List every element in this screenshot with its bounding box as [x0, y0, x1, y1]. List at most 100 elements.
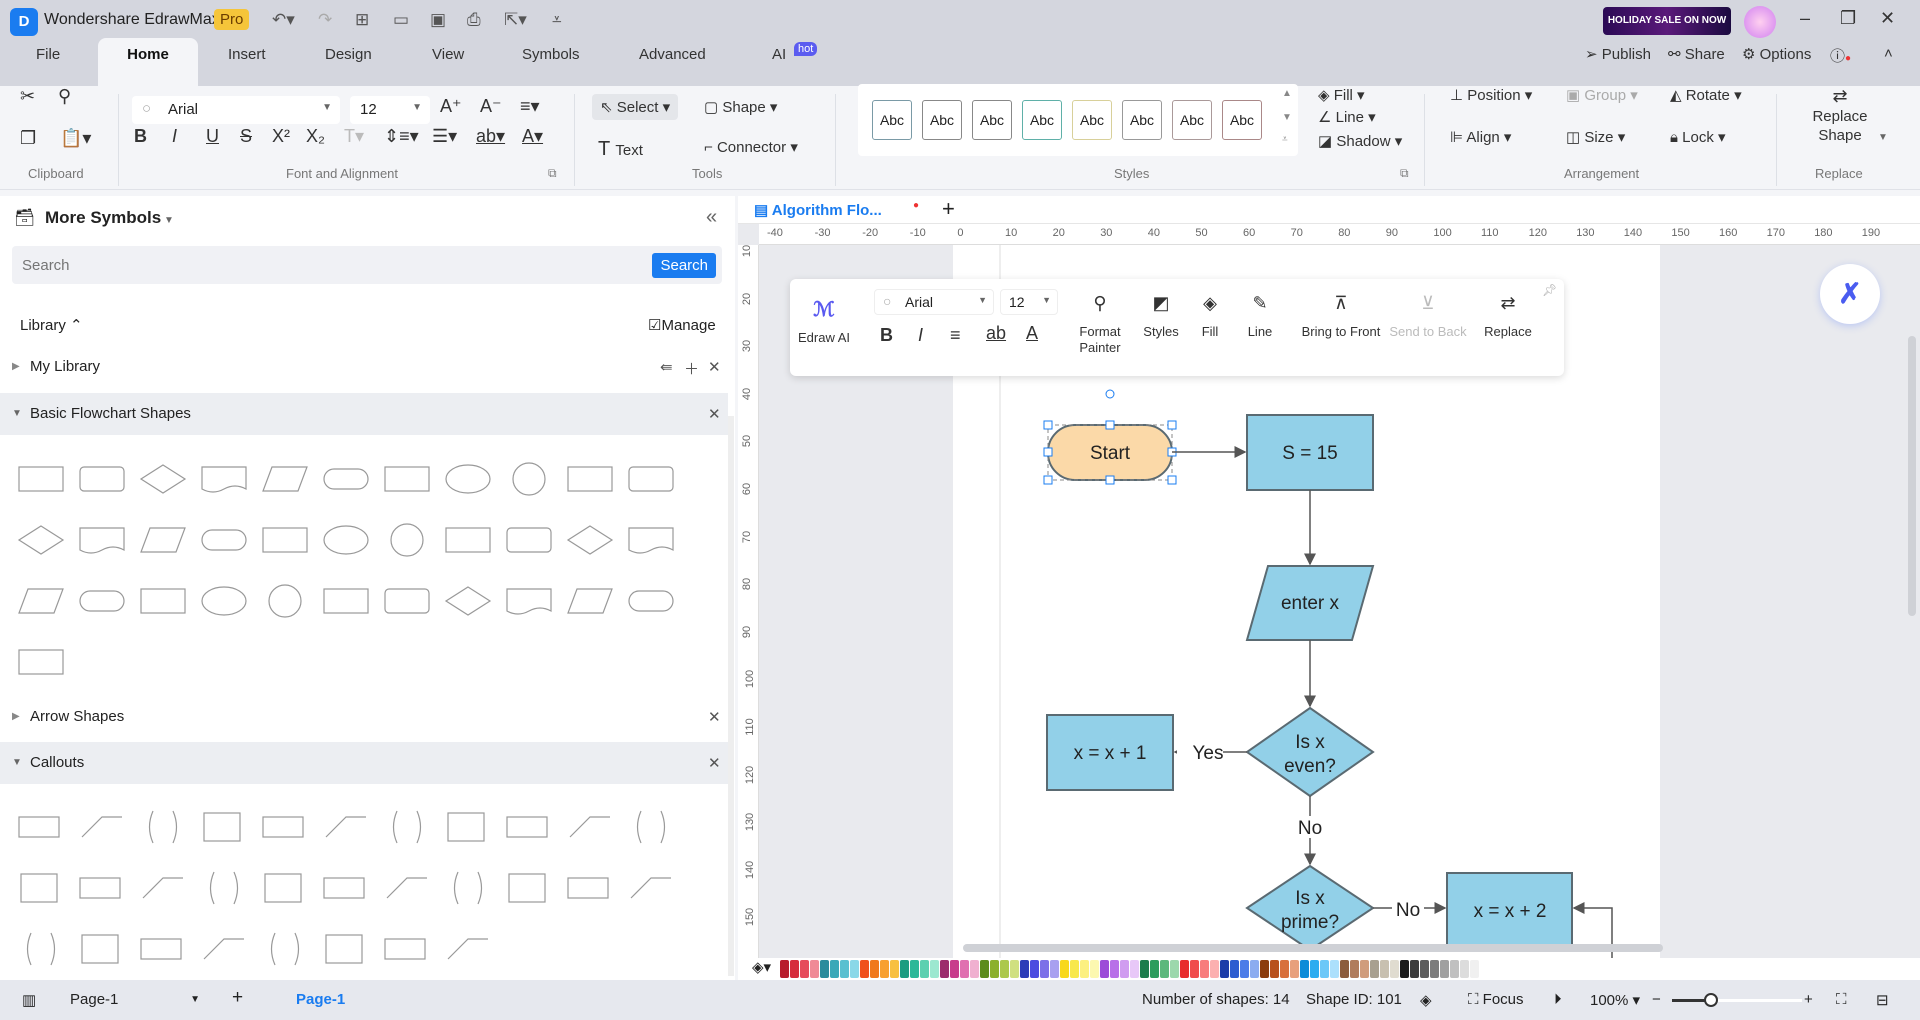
- italic-icon[interactable]: I: [918, 325, 923, 346]
- tab-advanced[interactable]: Advanced: [639, 46, 706, 63]
- library-shape[interactable]: [132, 570, 193, 631]
- library-shape[interactable]: [71, 918, 132, 979]
- library-shape[interactable]: [376, 857, 437, 918]
- shadow-button[interactable]: ◪ Shadow ▾: [1318, 132, 1402, 150]
- style-swatch[interactable]: Abc: [1122, 100, 1162, 140]
- bring-to-front-button[interactable]: ⊼ Bring to Front: [1298, 293, 1384, 339]
- color-swatch[interactable]: [870, 960, 879, 978]
- library-shape[interactable]: [376, 796, 437, 857]
- options-button[interactable]: ⚙ Options: [1742, 45, 1811, 63]
- library-shape[interactable]: [193, 857, 254, 918]
- zoom-in-icon[interactable]: +: [1804, 991, 1813, 1008]
- page-layout-icon[interactable]: ▥: [22, 991, 36, 1009]
- color-swatch[interactable]: [940, 960, 949, 978]
- save-icon[interactable]: ▣: [430, 10, 446, 30]
- library-shape[interactable]: [10, 857, 71, 918]
- color-swatch[interactable]: [1460, 960, 1469, 978]
- color-swatch[interactable]: [820, 960, 829, 978]
- undo-icon[interactable]: ↶▾: [272, 10, 295, 30]
- library-shape[interactable]: [315, 570, 376, 631]
- align-icon[interactable]: ≡▾: [520, 96, 540, 117]
- library-shape[interactable]: [254, 857, 315, 918]
- style-swatch[interactable]: Abc: [922, 100, 962, 140]
- color-swatch[interactable]: [1470, 960, 1479, 978]
- section-callouts[interactable]: ▼ Callouts ✕: [0, 742, 728, 784]
- new-icon[interactable]: ⊞: [355, 10, 369, 30]
- color-swatch[interactable]: [1060, 960, 1069, 978]
- style-swatch[interactable]: Abc: [872, 100, 912, 140]
- edraw-ai-fab-icon[interactable]: ✗: [1820, 264, 1880, 324]
- library-shape[interactable]: [254, 448, 315, 509]
- tab-symbols[interactable]: Symbols: [522, 46, 580, 63]
- format-painter-icon[interactable]: ⚲: [58, 86, 71, 107]
- library-shape[interactable]: [132, 509, 193, 570]
- library-shape[interactable]: [559, 509, 620, 570]
- color-swatch[interactable]: [1080, 960, 1089, 978]
- zoom-slider-handle[interactable]: [1704, 993, 1718, 1007]
- color-swatch[interactable]: [970, 960, 979, 978]
- search-input[interactable]: [22, 252, 622, 278]
- font-family-select[interactable]: ○ Arial ▼: [132, 96, 340, 124]
- layers-icon[interactable]: ◈: [1420, 991, 1432, 1009]
- color-swatch[interactable]: [920, 960, 929, 978]
- collapse-ribbon-icon[interactable]: ˄: [1884, 45, 1893, 62]
- color-swatch[interactable]: [1160, 960, 1169, 978]
- restore-icon[interactable]: ❐: [1840, 8, 1856, 29]
- font-color-icon[interactable]: A: [1026, 323, 1038, 344]
- color-swatch[interactable]: [1030, 960, 1039, 978]
- section-arrow-shapes[interactable]: ▶ Arrow Shapes ✕: [0, 696, 728, 738]
- library-shape[interactable]: [437, 918, 498, 979]
- library-shape[interactable]: [10, 448, 71, 509]
- library-shape[interactable]: [315, 509, 376, 570]
- library-shape[interactable]: [559, 796, 620, 857]
- color-swatch[interactable]: [1150, 960, 1159, 978]
- library-shape[interactable]: [437, 570, 498, 631]
- library-shape[interactable]: [10, 631, 71, 692]
- color-swatch[interactable]: [1230, 960, 1239, 978]
- color-swatch[interactable]: [1220, 960, 1229, 978]
- plus-icon[interactable]: ＋: [684, 358, 699, 379]
- panel-scrollbar[interactable]: [728, 416, 734, 976]
- color-swatch[interactable]: [1420, 960, 1429, 978]
- library-shape[interactable]: [315, 448, 376, 509]
- library-shape[interactable]: [376, 448, 437, 509]
- edraw-ai-button[interactable]: ℳ Edraw AI: [796, 297, 852, 345]
- expand-gallery-icon[interactable]: ⩡: [1282, 134, 1288, 145]
- bold-icon[interactable]: B: [134, 126, 147, 147]
- tab-home[interactable]: Home: [98, 38, 198, 86]
- font-size-select[interactable]: 12 ▼: [1000, 289, 1058, 315]
- color-swatch[interactable]: [1390, 960, 1399, 978]
- color-swatch[interactable]: [1430, 960, 1439, 978]
- scroll-up-icon[interactable]: ▲: [1282, 88, 1292, 99]
- library-shape[interactable]: [437, 448, 498, 509]
- resize-handle[interactable]: [1167, 420, 1177, 430]
- color-swatch[interactable]: [860, 960, 869, 978]
- style-swatch[interactable]: Abc: [972, 100, 1012, 140]
- line-button[interactable]: ✎ Line: [1240, 293, 1280, 339]
- resize-handle[interactable]: [1167, 475, 1177, 485]
- resize-handle[interactable]: [1105, 420, 1115, 430]
- format-painter-button[interactable]: ⚲ Format Painter: [1070, 293, 1130, 356]
- color-swatch[interactable]: [1240, 960, 1249, 978]
- document-tab[interactable]: ▤ Algorithm Flo...: [754, 201, 882, 219]
- strikethrough-icon[interactable]: S: [240, 126, 252, 147]
- color-swatch[interactable]: [1120, 960, 1129, 978]
- export-icon[interactable]: ⇱▾: [504, 10, 527, 30]
- page-select[interactable]: Page-1 ▼: [70, 991, 200, 1008]
- tab-ai[interactable]: AI: [772, 46, 786, 63]
- library-shape[interactable]: [193, 918, 254, 979]
- library-shape[interactable]: [71, 796, 132, 857]
- pin-icon[interactable]: 📌︎: [1542, 283, 1557, 297]
- color-swatch[interactable]: [950, 960, 959, 978]
- align-button[interactable]: ⊫ Align ▾: [1450, 128, 1511, 146]
- library-shape[interactable]: [376, 509, 437, 570]
- color-swatch[interactable]: [890, 960, 899, 978]
- color-swatch[interactable]: [1250, 960, 1259, 978]
- color-swatch[interactable]: [1270, 960, 1279, 978]
- minimize-icon[interactable]: –: [1800, 8, 1810, 29]
- library-shape[interactable]: [193, 570, 254, 631]
- lock-button[interactable]: 🔒︎ Lock ▾: [1670, 128, 1726, 146]
- library-shape[interactable]: [437, 509, 498, 570]
- vertical-scrollbar[interactable]: [1908, 336, 1916, 616]
- library-shape[interactable]: [376, 570, 437, 631]
